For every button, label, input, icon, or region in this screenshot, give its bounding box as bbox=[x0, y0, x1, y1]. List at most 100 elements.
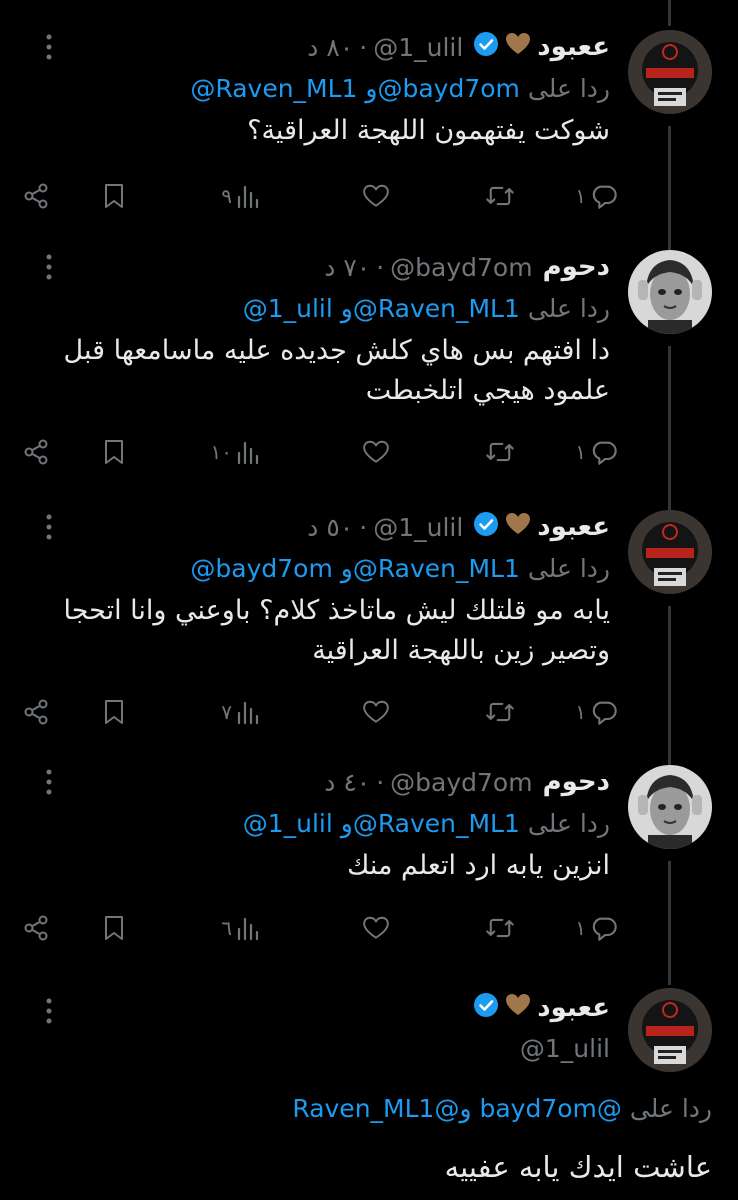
bookmark-icon bbox=[105, 440, 123, 464]
focused-tweet[interactable]: ععبود @1_ulil ردا على @bayd7om و@Raven_M… bbox=[0, 988, 738, 1200]
views-count: ٧ bbox=[221, 700, 232, 724]
views-icon bbox=[237, 701, 259, 725]
bookmark-button[interactable] bbox=[103, 908, 125, 948]
reply-button[interactable]: ١ bbox=[575, 176, 618, 216]
display-name[interactable]: دحوم bbox=[543, 767, 610, 797]
share-button[interactable] bbox=[22, 432, 50, 472]
share-icon bbox=[24, 183, 48, 209]
reply-prefix: ردا على bbox=[527, 809, 610, 838]
share-icon bbox=[24, 915, 48, 941]
like-icon bbox=[363, 916, 389, 939]
more-icon[interactable] bbox=[44, 32, 54, 62]
action-bar: ١ ١٠ bbox=[20, 432, 617, 472]
display-name[interactable]: ععبود bbox=[537, 993, 610, 1023]
reply-icon bbox=[592, 917, 617, 941]
avatar[interactable] bbox=[628, 250, 712, 334]
display-name[interactable]: دحوم bbox=[543, 252, 610, 282]
views-button[interactable]: ٦ bbox=[221, 908, 260, 948]
like-icon bbox=[363, 700, 389, 723]
timestamp[interactable]: ٥٠ د bbox=[307, 513, 353, 542]
share-button[interactable] bbox=[22, 176, 50, 216]
thread-connector bbox=[668, 346, 671, 512]
retweet-icon bbox=[486, 702, 514, 722]
retweet-button[interactable] bbox=[485, 432, 515, 472]
display-name[interactable]: ععبود bbox=[537, 32, 610, 62]
tweet[interactable]: دحوم @bayd7om · ٤٠ د ردا على @1_ulil و@R… bbox=[0, 765, 738, 985]
avatar[interactable] bbox=[628, 510, 712, 594]
reply-button[interactable]: ١ bbox=[575, 692, 618, 732]
reply-button[interactable]: ١ bbox=[575, 432, 618, 472]
retweet-button[interactable] bbox=[485, 908, 515, 948]
share-icon bbox=[24, 439, 48, 465]
thread-connector-top bbox=[668, 0, 671, 26]
reply-count: ١ bbox=[575, 440, 586, 464]
bookmark-button[interactable] bbox=[103, 432, 125, 472]
share-button[interactable] bbox=[22, 908, 50, 948]
reply-button[interactable]: ١ bbox=[575, 908, 618, 948]
mention-links[interactable]: @1_ulil و@Raven_ML1 bbox=[243, 809, 520, 838]
brown-heart-icon bbox=[505, 993, 531, 1023]
mention-links[interactable]: @bayd7om و@Raven_ML1 bbox=[190, 554, 520, 583]
tweet[interactable]: دحوم @bayd7om · ٧٠ د ردا على @1_ulil و@R… bbox=[0, 250, 738, 512]
reply-prefix: ردا على bbox=[527, 74, 610, 103]
reply-prefix: ردا على bbox=[527, 294, 610, 323]
handle[interactable]: @bayd7om bbox=[390, 768, 532, 797]
bookmark-button[interactable] bbox=[103, 692, 125, 732]
timestamp[interactable]: ٨٠ د bbox=[307, 33, 353, 62]
tweet-text: يابه مو قلتلك ليش ماتاخذ كلام؟ باوعني وا… bbox=[63, 595, 610, 666]
verified-icon bbox=[473, 511, 499, 543]
more-icon[interactable] bbox=[44, 252, 54, 282]
views-button[interactable]: ٧ bbox=[221, 692, 260, 732]
views-count: ٩ bbox=[221, 184, 232, 208]
tweet[interactable]: ععبود @1_ulil · ٥٠ د ردا على @bayd7om و@… bbox=[0, 510, 738, 772]
share-button[interactable] bbox=[22, 692, 50, 732]
more-icon[interactable] bbox=[44, 767, 54, 797]
bookmark-button[interactable] bbox=[103, 176, 125, 216]
tweet-text: انزين يابه ارد اتعلم منك bbox=[347, 850, 610, 881]
like-button[interactable] bbox=[362, 908, 390, 948]
handle[interactable]: @1_ulil bbox=[373, 33, 463, 62]
views-count: ٦ bbox=[221, 916, 232, 940]
retweet-button[interactable] bbox=[485, 176, 515, 216]
more-icon[interactable] bbox=[44, 512, 54, 542]
reply-context: ردا على @1_ulil و@Raven_ML1 bbox=[20, 809, 610, 838]
timestamp[interactable]: ٤٠ د bbox=[324, 768, 370, 797]
thread-connector bbox=[668, 126, 671, 262]
verified-icon bbox=[473, 992, 499, 1024]
reply-context: ردا على @Raven_ML1 و@bayd7om bbox=[20, 74, 610, 103]
views-button[interactable]: ٩ bbox=[221, 176, 260, 216]
more-icon[interactable] bbox=[44, 996, 54, 1026]
handle[interactable]: @1_ulil bbox=[20, 1034, 610, 1063]
reply-thread: ععبود @1_ulil · ٨٠ د ردا على @Raven_ML1 … bbox=[0, 0, 738, 1200]
handle-text[interactable]: @1_ulil bbox=[520, 1034, 610, 1063]
bookmark-icon bbox=[105, 184, 123, 208]
reply-count: ١ bbox=[575, 184, 586, 208]
tweet[interactable]: ععبود @1_ulil · ٨٠ د ردا على @Raven_ML1 … bbox=[0, 30, 738, 262]
bookmark-icon bbox=[105, 700, 123, 724]
like-button[interactable] bbox=[362, 692, 390, 732]
retweet-button[interactable] bbox=[485, 692, 515, 732]
like-button[interactable] bbox=[362, 432, 390, 472]
tweet-text: عاشت ايدك يابه عفييه bbox=[444, 1150, 712, 1184]
views-button[interactable]: ١٠ bbox=[211, 432, 260, 472]
tweet-text: دا افتهم بس هاي كلش جديده عليه ماسامعها … bbox=[63, 335, 610, 406]
reply-icon bbox=[592, 701, 617, 725]
mention-links[interactable]: @bayd7om و@Raven_ML1 bbox=[292, 1094, 622, 1123]
like-button[interactable] bbox=[362, 176, 390, 216]
avatar[interactable] bbox=[628, 30, 712, 114]
reply-icon bbox=[592, 185, 617, 209]
mention-links[interactable]: @1_ulil و@Raven_ML1 bbox=[243, 294, 520, 323]
retweet-icon bbox=[486, 918, 514, 938]
timestamp[interactable]: ٧٠ د bbox=[324, 253, 370, 282]
display-name[interactable]: ععبود bbox=[537, 512, 610, 542]
handle[interactable]: @bayd7om bbox=[390, 253, 532, 282]
handle[interactable]: @1_ulil bbox=[373, 513, 463, 542]
reply-count: ١ bbox=[575, 916, 586, 940]
avatar[interactable] bbox=[628, 765, 712, 849]
views-icon bbox=[237, 917, 259, 941]
separator-dot: · bbox=[376, 767, 385, 797]
views-count: ١٠ bbox=[210, 440, 232, 464]
mention-links[interactable]: @Raven_ML1 و@bayd7om bbox=[190, 74, 520, 103]
separator-dot: · bbox=[359, 32, 368, 62]
avatar[interactable] bbox=[628, 988, 712, 1072]
